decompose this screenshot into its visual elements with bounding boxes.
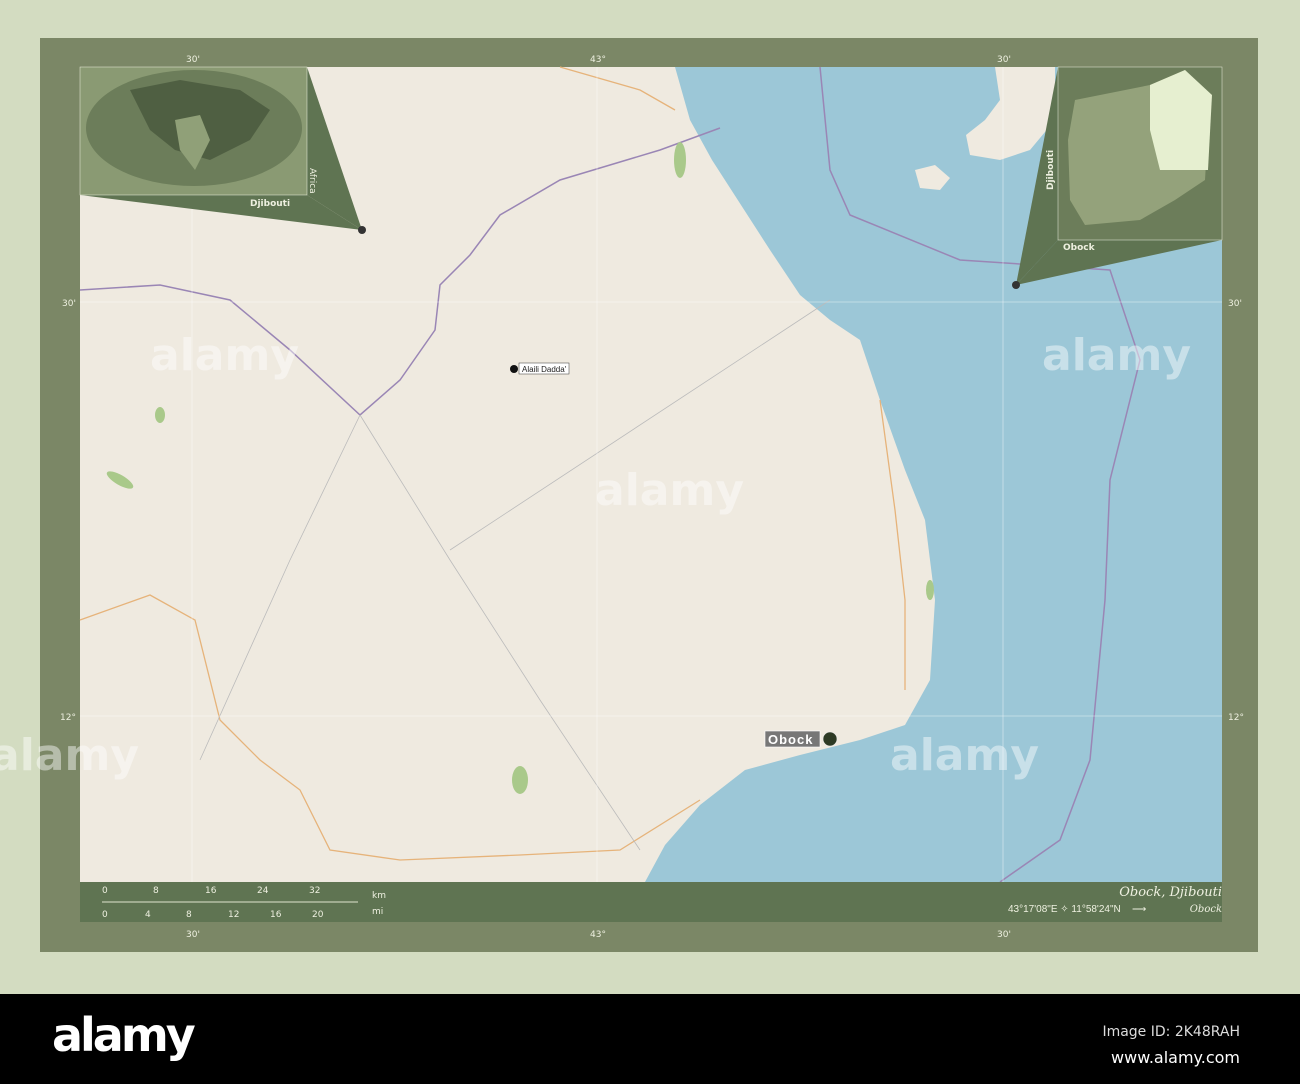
grid-label: 12° [1228,713,1244,723]
place-label-obock: Obock [768,732,813,747]
alamy-logo: alamy [52,1008,196,1062]
svg-text:8: 8 [186,910,192,920]
grid-label: 12° [60,713,76,723]
svg-text:8: 8 [153,886,159,896]
region-name: Obock [1190,904,1222,915]
website-link[interactable]: www.alamy.com [1111,1048,1240,1067]
svg-text:mi: mi [372,907,383,917]
grid-label: 43° [590,930,606,940]
svg-text:16: 16 [205,886,217,896]
svg-text:16: 16 [270,910,282,920]
coordinates: 43°17'08"E ✧ 11°58'24"N [1008,904,1121,915]
grid-label: 30' [186,930,200,940]
place-label-alaili-dadda: Alaili Dadda' [522,365,567,374]
svg-text:alamy: alamy [595,465,744,516]
grid-label: 30' [1228,299,1242,309]
svg-text:4: 4 [145,910,151,920]
location-marker [1012,281,1020,289]
svg-text:0: 0 [102,886,108,896]
svg-text:24: 24 [257,886,269,896]
svg-text:32: 32 [309,886,320,896]
grid-label: 30' [997,55,1011,65]
inset-africa-label: Africa [307,168,317,194]
map-title: Obock, Djibouti [1119,885,1222,900]
grid-label: 30' [62,299,76,309]
inset-obock-label: Obock [1063,243,1096,253]
svg-text:20: 20 [312,910,324,920]
svg-text:km: km [372,891,386,901]
footer: alamy Image ID: 2K48RAH www.alamy.com [0,994,1300,1084]
inset-djibouti-label: Djibouti [1046,150,1056,190]
inset-djibouti-label: Djibouti [250,199,290,209]
grid-label: 43° [590,55,606,65]
svg-text:alamy: alamy [150,330,299,381]
svg-text:alamy: alamy [1042,330,1191,381]
obock-marker[interactable] [822,731,838,747]
arrow-icon: ⟶ [1132,904,1146,915]
svg-text:0: 0 [102,910,108,920]
place-marker[interactable] [510,365,518,373]
svg-text:alamy: alamy [0,730,139,781]
grid-label: 30' [186,55,200,65]
image-id: Image ID: 2K48RAH [1102,1024,1240,1040]
map[interactable]: Djibouti Africa Djibouti Obock Alaili Da… [0,0,1300,990]
location-marker [358,226,366,234]
grid-label: 30' [997,930,1011,940]
svg-text:12: 12 [228,910,239,920]
svg-text:alamy: alamy [890,730,1039,781]
